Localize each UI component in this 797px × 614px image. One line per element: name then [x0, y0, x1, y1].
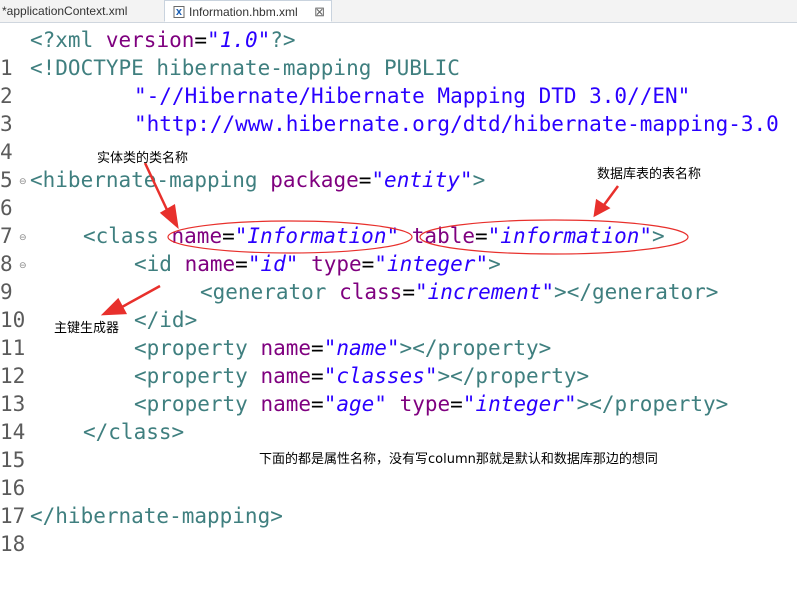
- fold-toggle-icon[interactable]: ⊖: [19, 252, 27, 280]
- editor-tab-bar: *applicationContext.xml X Information.hb…: [0, 0, 797, 23]
- code-line: 7: [0, 194, 797, 248]
- code-line: 10 <generator class="increment"></genera…: [0, 278, 797, 332]
- code-text: <?xml version="1.0"?>: [30, 28, 296, 52]
- code-line: 11 </id>: [0, 306, 797, 360]
- code-line: 8 ⊖ <class name="Information" table="inf…: [0, 222, 797, 276]
- code-line: 1 <?xml version="1.0"?>: [0, 26, 797, 80]
- annotation-property-note: 下面的都是属性名称，没有写column那就是默认和数据库那边的想同: [259, 452, 658, 467]
- annotation-entity-class-name: 实体类的类名称: [97, 151, 189, 166]
- annotation-primary-key: 主键生成器: [54, 321, 120, 336]
- code-text: <property name="age" type="integer"></pr…: [134, 392, 729, 416]
- code-text: "-//Hibernate/Hibernate Mapping DTD 3.0/…: [134, 84, 691, 108]
- code-line: 2 <!DOCTYPE hibernate-mapping PUBLIC: [0, 54, 797, 108]
- tab-label: Information.hbm.xml: [189, 5, 298, 19]
- line-number: 18: [0, 532, 26, 556]
- code-text: <id name="id" type="integer">: [134, 252, 501, 276]
- tab-information-hbm-xml[interactable]: X Information.hbm.xml ⊠: [164, 0, 332, 22]
- tab-label: *applicationContext.xml: [2, 4, 128, 18]
- tab-applicationcontext-xml[interactable]: *applicationContext.xml: [0, 0, 165, 22]
- code-line: 13 <property name="classes"></property>: [0, 362, 797, 416]
- close-tab-icon[interactable]: ⊠: [314, 1, 325, 23]
- xml-file-icon: X: [173, 6, 185, 18]
- code-line: 3 "-//Hibernate/Hibernate Mapping DTD 3.…: [0, 82, 797, 136]
- code-text: <generator class="increment"></generator…: [200, 280, 719, 304]
- code-line: 15 </class>: [0, 418, 797, 472]
- code-text: </class>: [83, 420, 185, 444]
- svg-text:X: X: [176, 8, 183, 17]
- code-text: <class name="Information" table="informa…: [83, 224, 665, 248]
- fold-toggle-icon[interactable]: ⊖: [19, 168, 27, 196]
- code-line: 12 <property name="name"></property>: [0, 334, 797, 388]
- code-text: <property name="name"></property>: [134, 336, 552, 360]
- fold-toggle-icon[interactable]: ⊖: [19, 224, 27, 252]
- code-line: 14 <property name="age" type="integer"><…: [0, 390, 797, 444]
- code-text: </hibernate-mapping>: [30, 504, 283, 528]
- code-text: <property name="classes"></property>: [134, 364, 590, 388]
- code-line: 9 ⊖ <id name="id" type="integer">: [0, 250, 797, 304]
- code-line: 18 </hibernate-mapping>: [0, 502, 797, 556]
- code-text: </id>: [134, 308, 198, 332]
- code-line: 4 "http://www.hibernate.org/dtd/hibernat…: [0, 110, 797, 164]
- code-text: <hibernate-mapping package="entity">: [30, 168, 486, 192]
- code-text: <!DOCTYPE hibernate-mapping PUBLIC: [30, 56, 460, 80]
- code-text: "http://www.hibernate.org/dtd/hibernate-…: [134, 112, 779, 136]
- annotation-table-name: 数据库表的表名称: [597, 167, 702, 182]
- code-line: 17: [0, 474, 797, 528]
